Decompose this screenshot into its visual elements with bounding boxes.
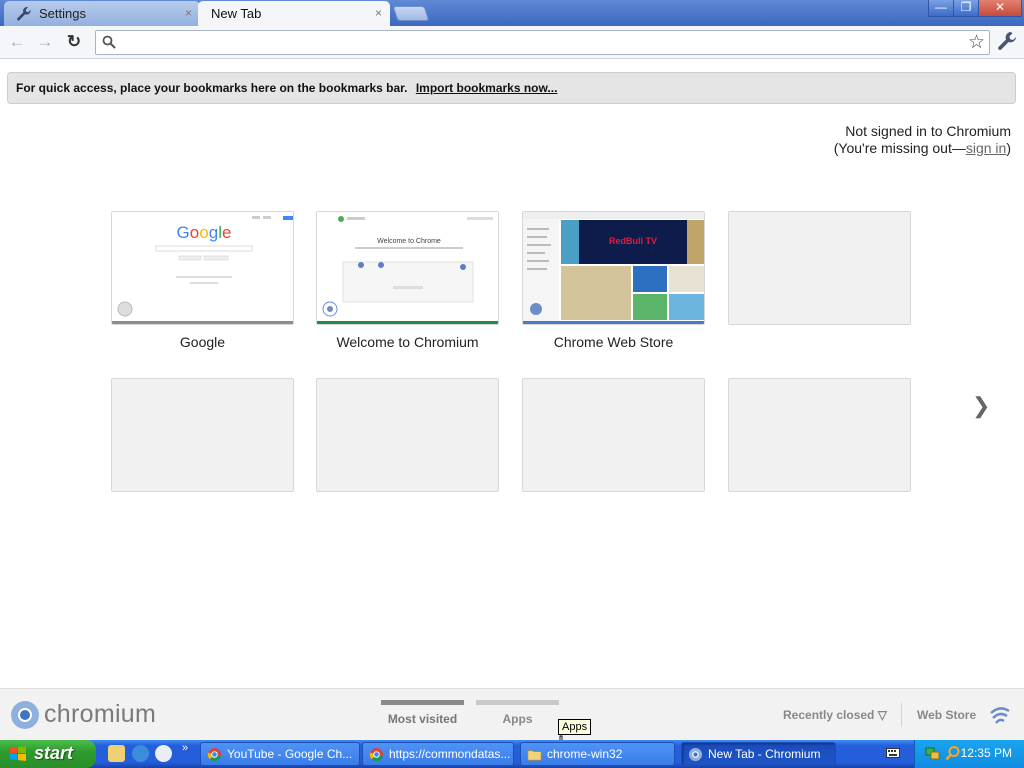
import-bookmarks-link[interactable]: Import bookmarks now... [416,81,558,95]
thumbnail-google[interactable]: Google [111,211,294,325]
thumbnail-empty [111,378,294,492]
start-button[interactable]: start [0,740,96,768]
chromium-logo-icon [11,701,39,729]
tab-label: Settings [39,6,86,21]
reload-button[interactable]: ↻ [64,32,84,52]
redbull-text: RedBull TV [609,236,657,246]
sign-in-link[interactable]: sign in [966,140,1006,156]
thumbnail-empty [316,378,499,492]
tab-close-button[interactable]: × [185,6,192,20]
start-label: start [34,743,74,763]
forward-button[interactable]: → [35,32,55,52]
taskbar-button-commondatas[interactable]: https://commondatas... [362,742,514,766]
thumbnail-chrome-web-store[interactable]: RedBull TV [522,211,705,325]
media-player-icon[interactable] [155,745,172,762]
svg-text:Google: Google [177,223,232,242]
chromium-wordmark: chromium [44,700,157,728]
tab-settings[interactable]: Settings × [4,1,200,26]
minimize-button[interactable]: — [928,0,954,17]
internet-explorer-icon[interactable] [132,745,149,762]
quicklaunch-more-icon[interactable]: » [182,742,188,754]
thumbnail-welcome[interactable]: Welcome to Chrome [316,211,499,325]
thumbnail-bar [317,321,498,324]
wrench-icon [17,7,31,21]
maximize-button[interactable]: ❐ [953,0,979,17]
apps-tooltip: Apps [558,719,592,735]
chromium-icon [688,747,703,762]
bookmark-bar-message: For quick access, place your bookmarks h… [16,81,408,95]
thumbnail-label[interactable]: Chrome Web Store [522,334,705,350]
taskbar-button-label: https://commondatas... [389,747,511,761]
chrome-icon [369,747,384,762]
footer-divider [901,703,902,727]
taskbar-button-youtube[interactable]: YouTube - Google Ch... [200,742,360,766]
welcome-page-preview: Welcome to Chrome [322,216,493,317]
web-store-link[interactable]: Web Store [917,708,976,722]
welcome-heading: Welcome to Chrome [377,238,441,245]
search-icon [102,35,116,49]
toolbar: ← → ↻ ☆ [0,26,1024,59]
back-button[interactable]: ← [7,32,27,52]
web-store-preview: RedBull TV [523,212,704,324]
ntp-footer: chromium Most visited Apps Recently clos… [0,688,1024,740]
network-icon[interactable] [925,746,940,761]
signin-line2: (You're missing out—sign in) [834,140,1011,157]
windows-flag-icon [10,746,26,761]
taskbar-clock: 12:35 PM [960,746,1012,760]
taskbar-button-new-tab-chromium[interactable]: New Tab - Chromium [681,742,836,766]
tab-close-button[interactable]: × [375,6,382,20]
close-window-button[interactable]: ✕ [978,0,1022,17]
omnibox-input[interactable] [122,34,962,52]
chrome-icon [207,747,222,762]
taskbar-button-label: New Tab - Chromium [708,747,821,761]
keyboard-icon[interactable] [886,747,900,759]
thumbnail-bar [523,321,704,324]
thumbnail-empty [522,378,705,492]
bookmark-bar-notice: For quick access, place your bookmarks h… [7,72,1016,104]
signin-promo: Not signed in to Chromium (You're missin… [834,123,1011,157]
tab-most-visited[interactable]: Most visited [381,700,464,726]
tab-label: New Tab [211,6,262,21]
search-tray-icon[interactable] [945,745,961,761]
taskbar-button-label: chrome-win32 [547,747,623,761]
windows-taskbar: start » YouTube - Google Ch... https://c… [0,740,1024,768]
tab-strip: Settings × New Tab × — ❐ ✕ [0,0,1024,26]
signin-prefix: (You're missing out— [833,140,966,156]
omnibox[interactable]: ☆ [95,30,990,55]
bookmark-star-icon[interactable]: ☆ [968,32,985,54]
tab-apps[interactable]: Apps [476,700,559,726]
thumbnail-empty [728,211,911,325]
signin-status-text: Not signed in to Chromium [845,123,1011,139]
thumbnail-label[interactable]: Google [111,334,294,350]
taskbar-button-chrome-win32[interactable]: chrome-win32 [520,742,675,766]
signin-suffix: ) [1006,140,1011,156]
recently-closed-menu[interactable]: Recently closed ▽ [783,708,887,722]
google-page-preview: Google [117,216,293,317]
next-page-arrow[interactable]: ❯ [972,393,990,419]
thumbnail-bar [112,321,293,324]
web-store-icon[interactable] [988,703,1012,727]
wrench-menu-icon[interactable] [996,30,1018,52]
thumbnail-empty [728,378,911,492]
taskbar-button-label: YouTube - Google Ch... [227,747,353,761]
explorer-quicklaunch-icon[interactable] [108,745,125,762]
thumbnail-label[interactable]: Welcome to Chromium [316,334,499,350]
folder-icon [527,750,542,761]
system-tray: 12:35 PM [914,740,1024,768]
new-tab-button[interactable] [392,6,430,21]
tab-new-tab[interactable]: New Tab × [198,1,390,26]
